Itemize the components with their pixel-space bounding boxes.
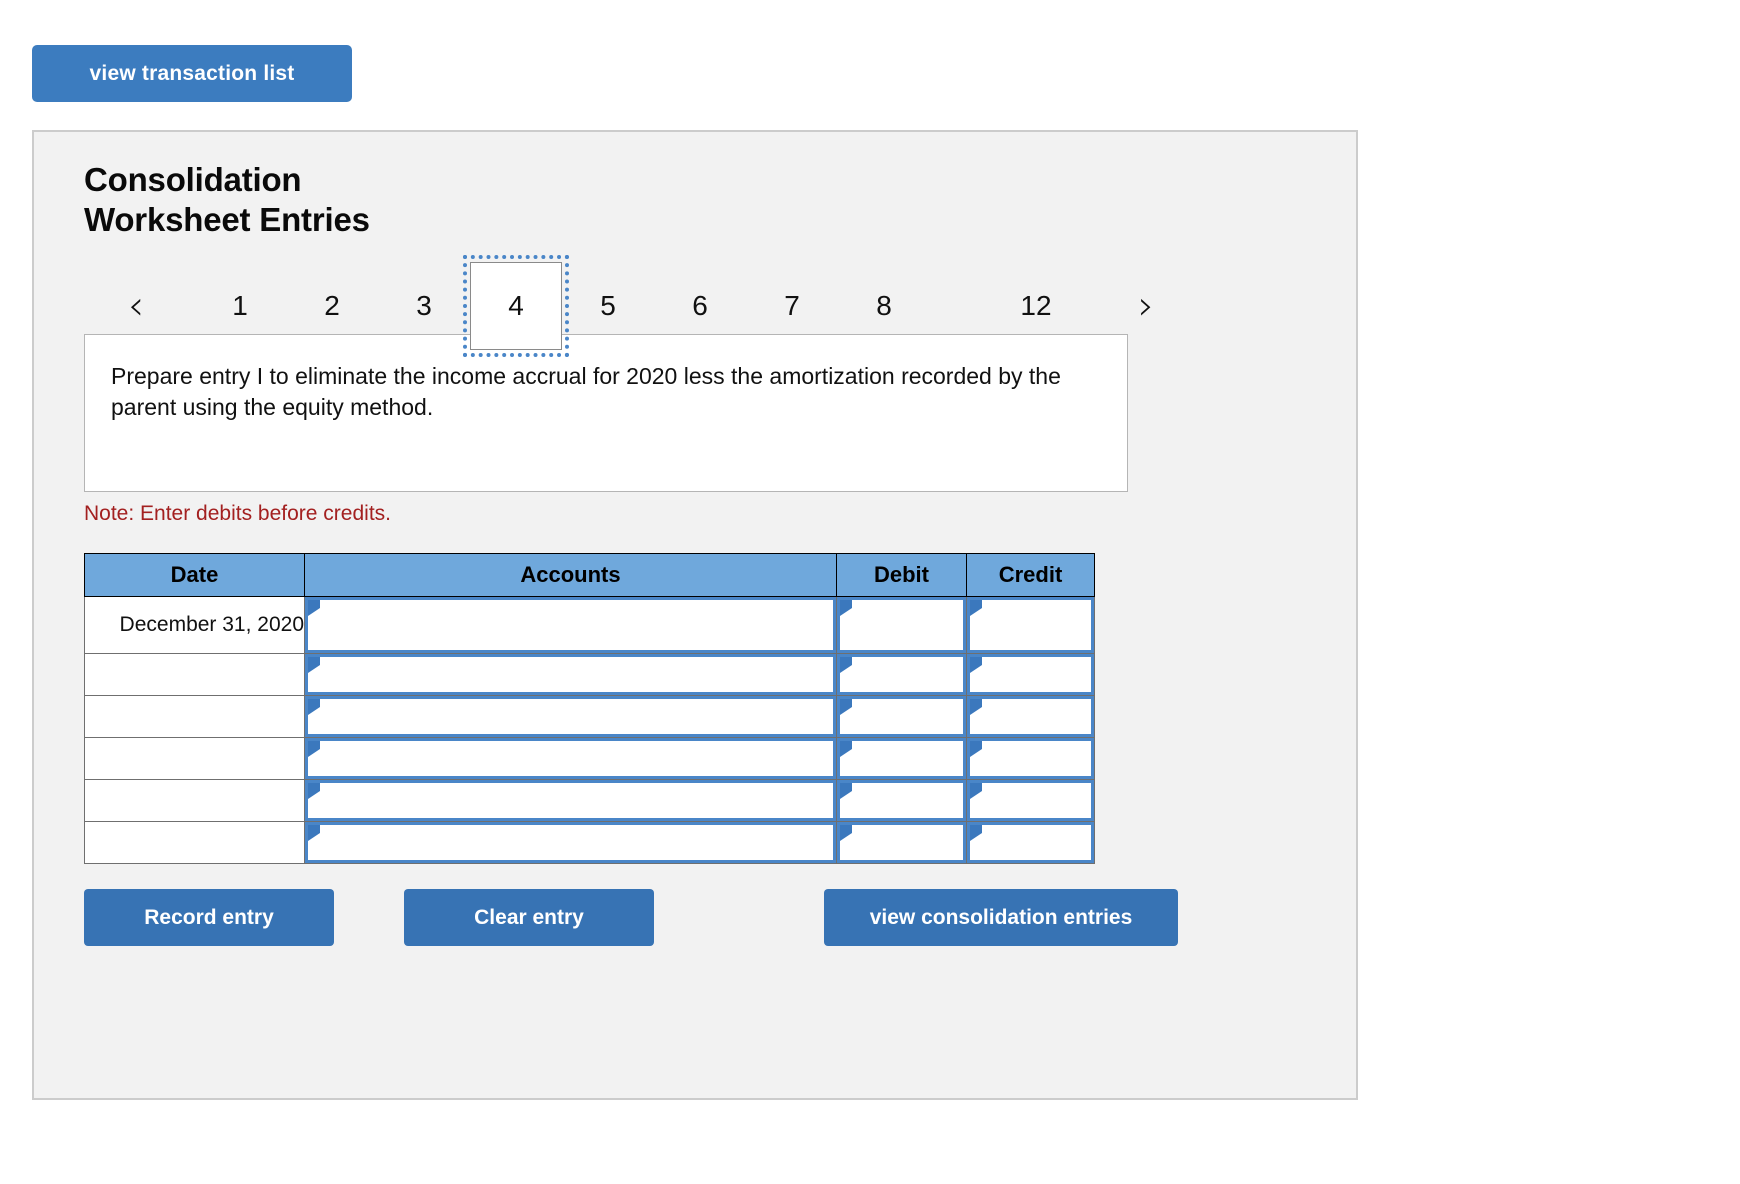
debit-input-1[interactable] — [837, 597, 966, 653]
accounts-input-6[interactable] — [305, 822, 836, 863]
pagination-page-5[interactable]: 5 — [562, 275, 654, 337]
page-title-line-2: Worksheet Entries — [84, 201, 370, 239]
table-row — [84, 821, 1095, 864]
view-consolidation-entries-button[interactable]: view consolidation entries — [824, 889, 1178, 946]
instruction-text: Prepare entry I to eliminate the income … — [111, 363, 1061, 421]
cell-accounts-2[interactable] — [304, 653, 837, 696]
pagination: ‹ 1 2 3 4 5 6 7 8 12 › — [84, 255, 1324, 357]
note-debits-before-credits: Note: Enter debits before credits. — [84, 502, 391, 525]
cell-debit-5[interactable] — [836, 779, 967, 822]
accounts-input-3[interactable] — [305, 696, 836, 737]
cell-date-3 — [84, 695, 305, 738]
accounts-input-1[interactable] — [305, 597, 836, 653]
page-title-line-1: Consolidation — [84, 161, 302, 198]
credit-input-6[interactable] — [967, 822, 1094, 863]
accounts-input-4[interactable] — [305, 738, 836, 779]
debit-input-4[interactable] — [837, 738, 966, 779]
column-header-credit: Credit — [966, 553, 1095, 597]
table-header-row: Date Accounts Debit Credit — [84, 553, 1095, 597]
cell-date-2 — [84, 653, 305, 696]
pagination-page-8[interactable]: 8 — [838, 275, 930, 337]
accounts-input-5[interactable] — [305, 780, 836, 821]
cell-debit-1[interactable] — [836, 596, 967, 654]
cell-date-4 — [84, 737, 305, 780]
chevron-left-icon[interactable]: ‹ — [114, 275, 158, 337]
table-row — [84, 779, 1095, 822]
cell-credit-2[interactable] — [966, 653, 1095, 696]
debit-input-6[interactable] — [837, 822, 966, 863]
instruction-box: Prepare entry I to eliminate the income … — [84, 334, 1128, 492]
clear-entry-button[interactable]: Clear entry — [404, 889, 654, 946]
credit-input-3[interactable] — [967, 696, 1094, 737]
pagination-page-12[interactable]: 12 — [990, 275, 1082, 337]
pagination-page-3[interactable]: 3 — [378, 275, 470, 337]
cell-accounts-4[interactable] — [304, 737, 837, 780]
cell-credit-1[interactable] — [966, 596, 1095, 654]
cell-debit-6[interactable] — [836, 821, 967, 864]
table-row — [84, 695, 1095, 738]
pagination-page-7[interactable]: 7 — [746, 275, 838, 337]
cell-accounts-1[interactable] — [304, 596, 837, 654]
accounts-input-2[interactable] — [305, 654, 836, 695]
pagination-page-4-selected[interactable]: 4 — [463, 255, 569, 357]
chevron-right-icon[interactable]: › — [1124, 275, 1168, 337]
cell-accounts-6[interactable] — [304, 821, 837, 864]
cell-debit-2[interactable] — [836, 653, 967, 696]
cell-date-5 — [84, 779, 305, 822]
table-row — [84, 653, 1095, 696]
consolidation-worksheet-panel: Consolidation Worksheet Entries ‹ 1 2 3 … — [32, 130, 1358, 1100]
cell-credit-6[interactable] — [966, 821, 1095, 864]
pagination-page-1[interactable]: 1 — [194, 275, 286, 337]
cell-accounts-3[interactable] — [304, 695, 837, 738]
column-header-debit: Debit — [836, 553, 967, 597]
cell-date-6 — [84, 821, 305, 864]
cell-credit-5[interactable] — [966, 779, 1095, 822]
cell-debit-3[interactable] — [836, 695, 967, 738]
cell-date-1: December 31, 2020 — [84, 596, 305, 654]
credit-input-4[interactable] — [967, 738, 1094, 779]
page-title: Consolidation Worksheet Entries — [84, 160, 784, 241]
cell-credit-4[interactable] — [966, 737, 1095, 780]
pagination-page-6[interactable]: 6 — [654, 275, 746, 337]
cell-credit-3[interactable] — [966, 695, 1095, 738]
table-row — [84, 737, 1095, 780]
pagination-number-list: 1 2 3 4 5 6 7 8 12 — [194, 255, 1082, 357]
pagination-page-2[interactable]: 2 — [286, 275, 378, 337]
column-header-date: Date — [84, 553, 305, 597]
record-entry-button[interactable]: Record entry — [84, 889, 334, 946]
debit-input-3[interactable] — [837, 696, 966, 737]
journal-entry-table: Date Accounts Debit Credit December 31, … — [84, 553, 1095, 864]
table-row: December 31, 2020 — [84, 596, 1095, 654]
column-header-accounts: Accounts — [304, 553, 837, 597]
cell-debit-4[interactable] — [836, 737, 967, 780]
cell-accounts-5[interactable] — [304, 779, 837, 822]
credit-input-1[interactable] — [967, 597, 1094, 653]
view-transaction-list-button[interactable]: view transaction list — [32, 45, 352, 102]
credit-input-5[interactable] — [967, 780, 1094, 821]
credit-input-2[interactable] — [967, 654, 1094, 695]
debit-input-5[interactable] — [837, 780, 966, 821]
debit-input-2[interactable] — [837, 654, 966, 695]
